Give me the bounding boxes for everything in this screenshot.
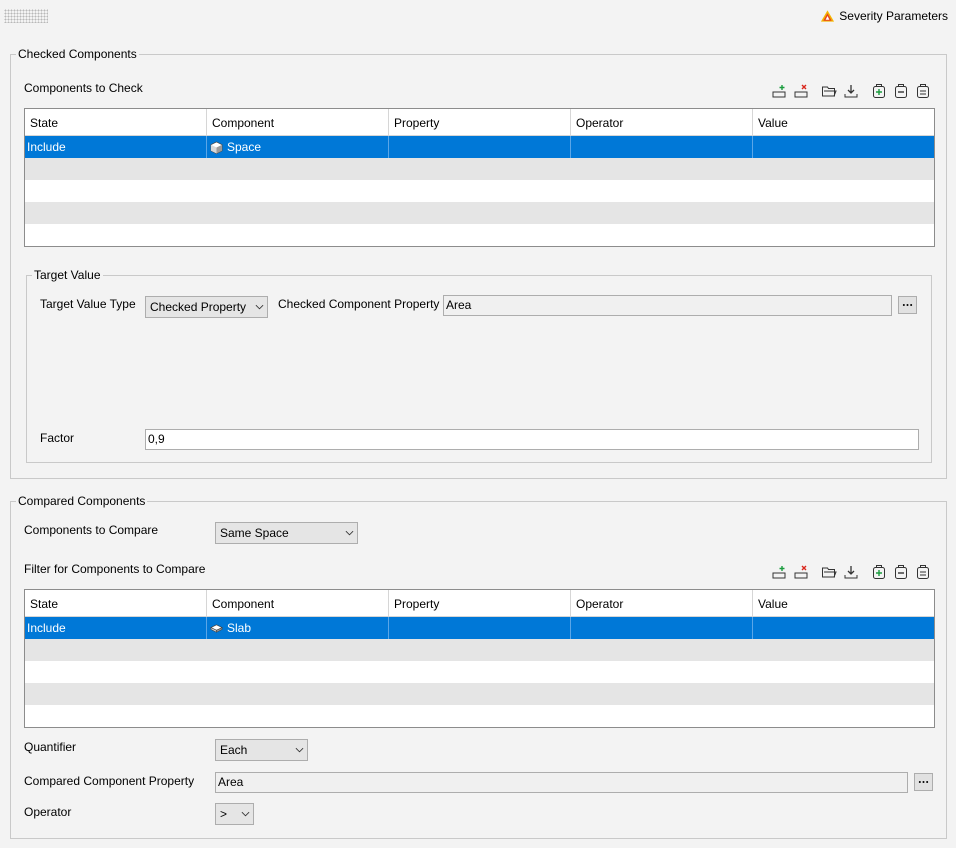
value-cell[interactable]: [753, 617, 934, 639]
operator-cell[interactable]: [571, 136, 753, 158]
ellipsis-icon: [918, 780, 929, 784]
add-row-icon: [772, 85, 786, 98]
grid-header: State Component Property Operator Value: [25, 590, 934, 617]
column-header-value[interactable]: Value: [753, 109, 934, 135]
column-header-value[interactable]: Value: [753, 590, 934, 616]
operator-combo[interactable]: >: [215, 803, 254, 825]
column-header-operator[interactable]: Operator: [571, 109, 753, 135]
chevron-down-icon: [291, 742, 307, 758]
state-cell[interactable]: Include: [25, 136, 207, 158]
state-cell[interactable]: Include: [25, 617, 207, 639]
column-header-state[interactable]: State: [25, 590, 207, 616]
list-icon: [917, 565, 929, 579]
empty-row: [25, 661, 934, 683]
empty-row: [25, 639, 934, 661]
add-item-icon: [873, 84, 885, 98]
import-button[interactable]: [840, 562, 862, 582]
open-button[interactable]: [818, 562, 840, 582]
add-item-icon: [873, 565, 885, 579]
remove-item-icon: [895, 565, 907, 579]
remove-row-icon: [794, 565, 808, 579]
filter-components-grid: State Component Property Operator Value …: [24, 589, 935, 728]
list-button[interactable]: [912, 562, 934, 582]
table-row[interactable]: Include Slab: [25, 617, 934, 639]
open-button[interactable]: [818, 81, 840, 101]
components-to-check-grid: State Component Property Operator Value …: [24, 108, 935, 247]
empty-row: [25, 705, 934, 727]
components-to-compare-label: Components to Compare: [24, 523, 159, 537]
value-cell[interactable]: [753, 136, 934, 158]
list-button[interactable]: [912, 81, 934, 101]
chevron-down-icon: [251, 299, 267, 315]
table-row[interactable]: Include Space: [25, 136, 934, 158]
components-to-compare-combo[interactable]: Same Space: [215, 522, 358, 544]
ellipsis-icon: [902, 303, 913, 307]
grid-header: State Component Property Operator Value: [25, 109, 934, 136]
add-row-button[interactable]: [768, 562, 790, 582]
empty-row: [25, 224, 934, 246]
component-cell[interactable]: Slab: [207, 617, 389, 639]
remove-item-icon: [895, 84, 907, 98]
column-header-property[interactable]: Property: [389, 109, 571, 135]
column-header-component[interactable]: Component: [207, 590, 389, 616]
target-value-type-label: Target Value Type: [40, 297, 136, 311]
add-row-icon: [772, 566, 786, 579]
column-header-operator[interactable]: Operator: [571, 590, 753, 616]
chevron-down-icon: [237, 806, 253, 822]
checked-components-legend: Checked Components: [18, 47, 137, 61]
factor-label: Factor: [40, 431, 75, 445]
checked-component-property-field[interactable]: Area: [443, 295, 892, 316]
column-header-state[interactable]: State: [25, 109, 207, 135]
severity-parameters-label: Severity Parameters: [839, 9, 948, 23]
remove-row-icon: [794, 84, 808, 98]
factor-input[interactable]: 0,9: [145, 429, 919, 450]
add-item-button[interactable]: [868, 81, 890, 101]
operator-label: Operator: [24, 805, 72, 819]
slab-icon: [210, 623, 223, 633]
property-cell[interactable]: [389, 617, 571, 639]
list-icon: [917, 84, 929, 98]
open-folder-icon: [822, 86, 837, 97]
remove-item-button[interactable]: [890, 81, 912, 101]
remove-row-button[interactable]: [790, 81, 812, 101]
empty-row: [25, 180, 934, 202]
empty-row: [25, 202, 934, 224]
property-cell[interactable]: [389, 136, 571, 158]
target-value-legend: Target Value: [34, 268, 101, 282]
operator-cell[interactable]: [571, 617, 753, 639]
compared-components-legend: Compared Components: [18, 494, 146, 508]
target-value-type-combo[interactable]: Checked Property: [145, 296, 268, 318]
add-row-button[interactable]: [768, 81, 790, 101]
severity-parameters-link[interactable]: Severity Parameters: [820, 9, 948, 23]
component-cell[interactable]: Space: [207, 136, 389, 158]
quantifier-combo[interactable]: Each: [215, 739, 308, 761]
compared-property-browse-button[interactable]: [914, 773, 933, 791]
warning-triangle-icon: [821, 10, 835, 22]
download-icon: [844, 566, 858, 579]
download-icon: [844, 85, 858, 98]
filter-components-label: Filter for Components to Compare: [24, 562, 206, 576]
column-header-property[interactable]: Property: [389, 590, 571, 616]
column-header-component[interactable]: Component: [207, 109, 389, 135]
quantifier-label: Quantifier: [24, 740, 77, 754]
checked-component-property-label: Checked Component Property: [278, 297, 440, 311]
remove-row-button[interactable]: [790, 562, 812, 582]
components-to-check-label: Components to Check: [24, 81, 143, 95]
compared-component-property-label: Compared Component Property: [24, 774, 195, 788]
remove-item-button[interactable]: [890, 562, 912, 582]
open-folder-icon: [822, 567, 837, 578]
import-button[interactable]: [840, 81, 862, 101]
compared-component-property-field[interactable]: Area: [215, 772, 908, 793]
compared-toolbar: [768, 562, 934, 582]
checked-property-browse-button[interactable]: [898, 296, 917, 314]
add-item-button[interactable]: [868, 562, 890, 582]
chevron-down-icon: [341, 525, 357, 541]
checked-toolbar: [768, 81, 934, 101]
space-cube-icon: [210, 141, 223, 154]
empty-row: [25, 158, 934, 180]
empty-row: [25, 683, 934, 705]
drag-grip[interactable]: [4, 9, 48, 23]
